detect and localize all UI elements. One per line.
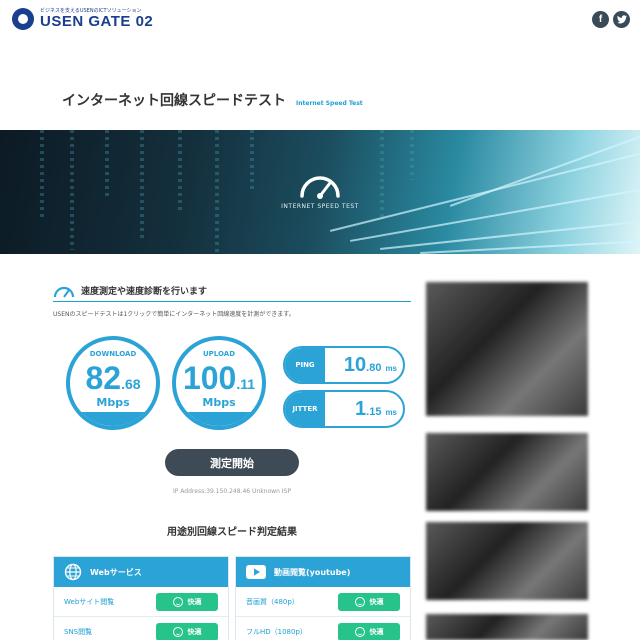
card-header: Webサービス — [54, 557, 228, 587]
jitter-unit: ms — [385, 408, 397, 417]
hero-code-column — [140, 130, 144, 240]
jitter-value: 1.15 ms — [355, 398, 397, 421]
status-badge: 快適 — [338, 592, 400, 611]
ping-unit: ms — [385, 364, 397, 373]
upload-meter: UPLOAD 100.11 Mbps — [172, 336, 266, 430]
download-meter: DOWNLOAD 82.68 Mbps — [66, 336, 160, 430]
card-header-label: 動画閲覧(youtube) — [274, 567, 351, 577]
upload-unit: Mbps — [202, 396, 236, 409]
result-row: 音画質（480p） 快適 — [236, 587, 410, 617]
page-subtitle: Internet Speed Test — [296, 100, 363, 107]
upload-dec: .11 — [236, 376, 256, 392]
start-test-button[interactable]: 測定開始 — [165, 449, 299, 476]
download-unit: Mbps — [96, 396, 130, 409]
section-heading: 速度測定や速度診断を行います — [53, 280, 411, 302]
result-label: SNS閲覧 — [64, 627, 93, 636]
hero-code-column — [40, 130, 44, 220]
video-card: 動画閲覧(youtube) 音画質（480p） 快適 フルHD（1080p） 快… — [235, 556, 411, 640]
upload-label: UPLOAD — [202, 350, 236, 358]
ip-address-info: IP Address:39.150.248.46 Unknown ISP — [173, 488, 291, 495]
jitter-label: JITTER — [285, 392, 325, 426]
ad-banner[interactable] — [426, 614, 588, 640]
ping-label: PING — [285, 348, 325, 382]
jitter-int: 1 — [355, 398, 367, 420]
ad-banner[interactable] — [426, 282, 588, 416]
section-description: USENのスピードテストは1クリックで簡単にインターネット回線速度を計測ができま… — [53, 311, 295, 318]
page: ビジネスを支えるUSENのICTソリューション USEN GATE 02 f イ… — [0, 0, 640, 640]
hero-code-column — [410, 130, 414, 180]
hero-code-column — [105, 130, 109, 200]
status-badge: 快適 — [338, 622, 400, 640]
ad-banner[interactable] — [426, 522, 588, 600]
usen-gate-logo[interactable]: ビジネスを支えるUSENのICTソリューション USEN GATE 02 — [12, 8, 153, 30]
hero-code-column — [250, 130, 254, 190]
jitter-meter: JITTER 1.15 ms — [283, 390, 405, 428]
ping-meter: PING 10.80 ms — [283, 346, 405, 384]
card-header: 動画閲覧(youtube) — [236, 557, 410, 587]
page-title: インターネット回線スピードテスト — [62, 93, 286, 109]
status-text: 快適 — [369, 627, 384, 636]
status-badge: 快適 — [156, 622, 218, 640]
upload-int: 100 — [182, 360, 237, 396]
twitter-icon[interactable] — [613, 11, 630, 28]
result-row: SNS閲覧 快適 — [54, 617, 228, 640]
logo-text: ビジネスを支えるUSENのICTソリューション USEN GATE 02 — [40, 8, 153, 30]
social-links: f — [592, 11, 630, 28]
ping-int: 10 — [343, 354, 367, 376]
smile-icon — [172, 626, 183, 637]
results-title: 用途別回線スピード判定結果 — [167, 527, 297, 538]
hero-label: INTERNET SPEED TEST — [281, 203, 359, 210]
section-title: 速度測定や速度診断を行います — [81, 287, 208, 297]
jitter-dec: .15 — [366, 406, 382, 418]
facebook-icon[interactable]: f — [592, 11, 609, 28]
download-int: 82 — [85, 360, 122, 396]
site-header: ビジネスを支えるUSENのICTソリューション USEN GATE 02 f — [0, 0, 640, 40]
result-row: Webサイト閲覧 快適 — [54, 587, 228, 617]
hero-code-column — [215, 130, 219, 254]
result-row: フルHD（1080p） 快適 — [236, 617, 410, 640]
status-text: 快適 — [187, 627, 202, 636]
card-header-label: Webサービス — [90, 567, 142, 577]
hero-code-column — [70, 130, 74, 250]
play-icon — [246, 565, 266, 579]
download-label: DOWNLOAD — [89, 350, 137, 358]
globe-icon — [64, 563, 82, 581]
logo-mark-icon — [12, 8, 34, 30]
download-value: 82.68 — [70, 360, 156, 397]
status-text: 快適 — [187, 597, 202, 606]
upload-value: 100.11 — [176, 360, 262, 397]
gauge-icon — [53, 286, 75, 298]
speedometer-icon — [300, 176, 340, 199]
hero-light-streak — [379, 217, 640, 250]
ping-value: 10.80 ms — [344, 354, 397, 377]
status-text: 快適 — [369, 597, 384, 606]
result-label: フルHD（1080p） — [246, 627, 307, 636]
smile-icon — [354, 596, 365, 607]
page-title-block: インターネット回線スピードテスト Internet Speed Test — [62, 90, 363, 110]
download-dec: .68 — [121, 376, 141, 392]
ping-dec: .80 — [366, 362, 382, 374]
smile-icon — [172, 596, 183, 607]
result-label: 音画質（480p） — [246, 597, 299, 606]
result-label: Webサイト閲覧 — [64, 597, 115, 606]
status-badge: 快適 — [156, 592, 218, 611]
ad-banner[interactable] — [426, 433, 588, 511]
hero-code-column — [178, 130, 182, 210]
twitter-bird-icon — [616, 15, 627, 24]
smile-icon — [354, 626, 365, 637]
logo-name: USEN GATE 02 — [40, 13, 154, 30]
web-service-card: Webサービス Webサイト閲覧 快適 SNS閲覧 快適 — [53, 556, 229, 640]
